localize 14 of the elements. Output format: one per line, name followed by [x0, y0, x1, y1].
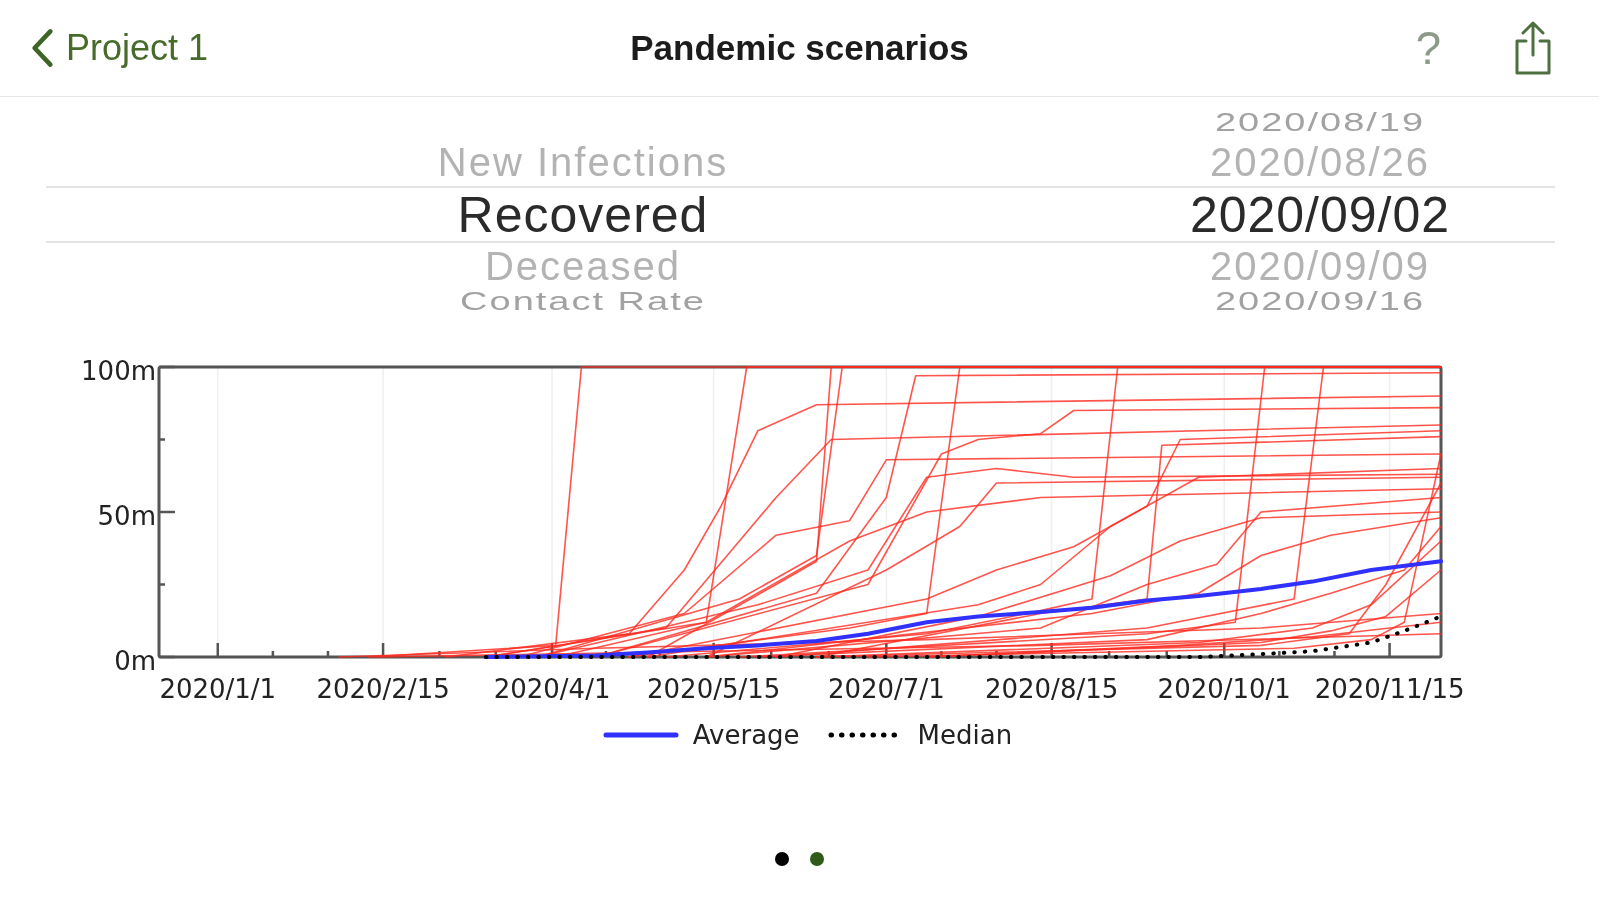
- y-tick-label: 50m: [97, 501, 156, 531]
- screen-title: Pandemic scenarios: [630, 28, 969, 68]
- y-tick-label: 0m: [114, 646, 156, 676]
- x-tick-label: 2020/1/1: [159, 674, 277, 704]
- x-tick-label: 2020/2/15: [316, 674, 450, 704]
- legend-label: Median: [917, 720, 1013, 750]
- x-tick-label: 2020/5/15: [647, 674, 781, 704]
- x-tick-label: 2020/10/1: [1157, 674, 1291, 704]
- legend-label: Average: [692, 720, 800, 750]
- x-tick-label: 2020/11/15: [1314, 674, 1465, 704]
- y-tick-label: 100m: [81, 356, 156, 386]
- x-tick-label: 2020/8/15: [984, 674, 1119, 704]
- x-tick-label: 2020/4/1: [493, 674, 611, 704]
- x-tick-label: 2020/7/1: [827, 674, 945, 704]
